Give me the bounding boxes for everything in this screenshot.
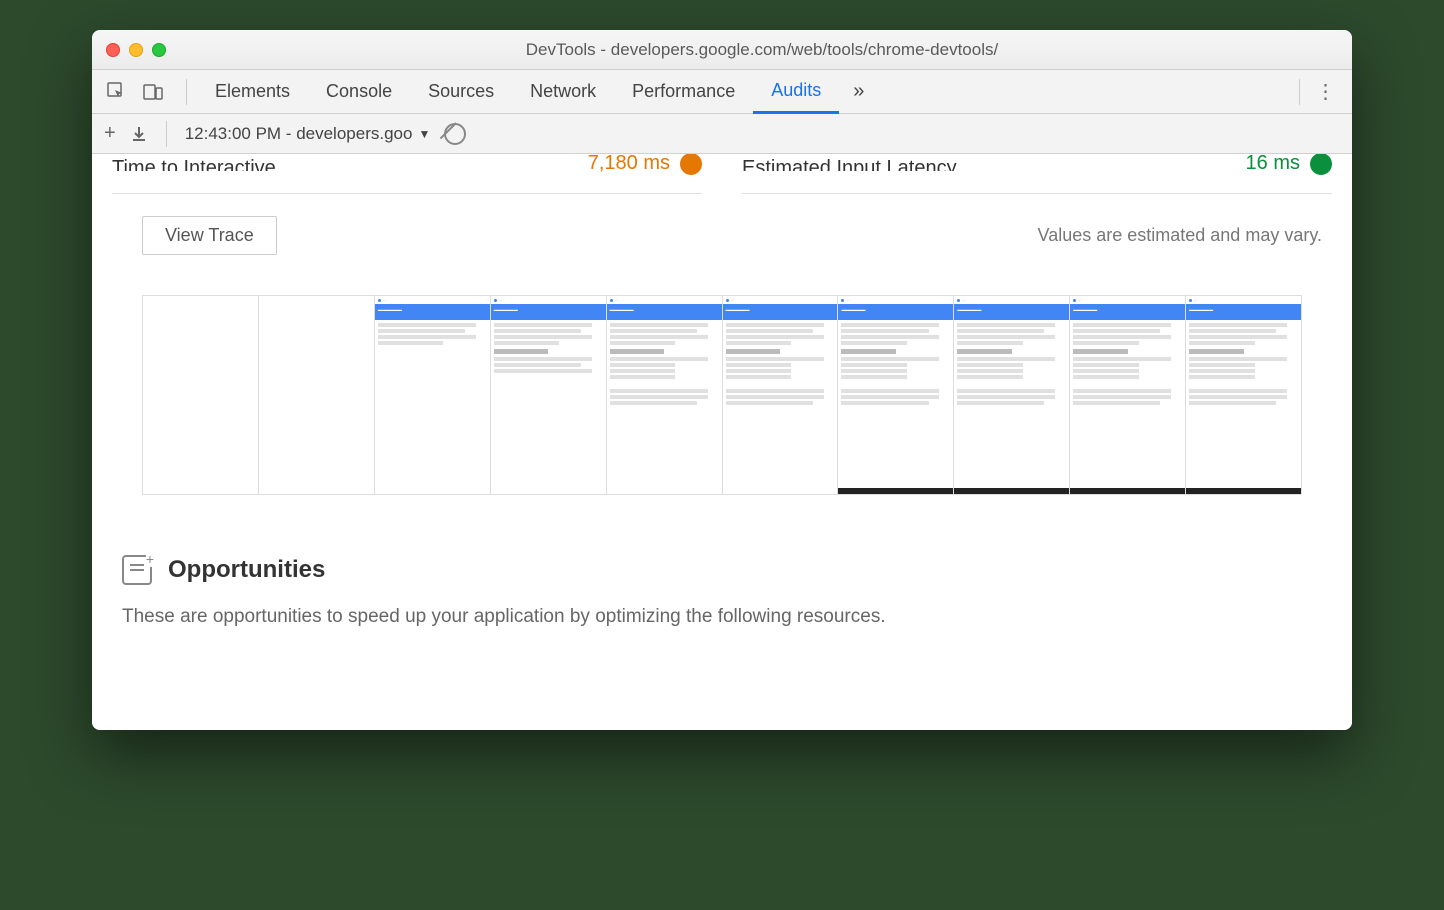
audit-content: Time to Interactive 7,180 ms Estimated I… (92, 154, 1352, 730)
view-trace-button[interactable]: View Trace (142, 216, 277, 255)
filmstrip-frame: ⋯ ▬▬▬▬▬▬ (723, 296, 839, 494)
trace-row: View Trace Values are estimated and may … (92, 194, 1352, 265)
filmstrip: ⋯ ▬▬▬▬▬▬ ⋯ ▬▬▬▬▬▬ ⋯ ▬▬▬▬▬▬ ⋯ ▬▬▬▬▬▬ ⋯ (142, 295, 1302, 495)
estimate-note: Values are estimated and may vary. (1038, 225, 1322, 246)
filmstrip-frame: ⋯ ▬▬▬▬▬▬ (1070, 296, 1186, 494)
opportunities-icon (122, 555, 152, 585)
devtools-tabbar: Elements Console Sources Network Perform… (92, 70, 1352, 114)
more-tabs-icon[interactable]: » (839, 80, 878, 103)
inspect-element-icon[interactable] (104, 79, 130, 105)
tab-performance[interactable]: Performance (614, 70, 753, 114)
filmstrip-frame (259, 296, 375, 494)
opportunities-description: These are opportunities to speed up your… (122, 603, 1322, 632)
filmstrip-frame: ⋯ ▬▬▬▬▬▬ (491, 296, 607, 494)
audit-run-dropdown[interactable]: 12:43:00 PM - developers.goo ▼ (185, 124, 431, 144)
devtools-menu-icon[interactable]: ⋮ (1310, 79, 1340, 104)
metric-time-to-interactive: Time to Interactive 7,180 ms (112, 154, 702, 194)
filmstrip-frame (143, 296, 259, 494)
close-window-button[interactable] (106, 43, 120, 57)
window-title: DevTools - developers.google.com/web/too… (186, 40, 1338, 60)
tab-console[interactable]: Console (308, 70, 410, 114)
metrics-row: Time to Interactive 7,180 ms Estimated I… (92, 154, 1352, 194)
dropdown-label: 12:43:00 PM - developers.goo (185, 124, 413, 144)
tab-audits[interactable]: Audits (753, 70, 839, 114)
metric-label: Estimated Input Latency (742, 157, 957, 171)
tab-elements[interactable]: Elements (197, 70, 308, 114)
new-audit-icon[interactable]: + (104, 122, 116, 145)
metric-label: Time to Interactive (112, 157, 276, 171)
devtools-window: DevTools - developers.google.com/web/too… (92, 30, 1352, 730)
filmstrip-frame: ⋯ ▬▬▬▬▬▬ (607, 296, 723, 494)
tab-network[interactable]: Network (512, 70, 614, 114)
tab-sources[interactable]: Sources (410, 70, 512, 114)
metric-input-latency: Estimated Input Latency 16 ms (742, 154, 1332, 194)
traffic-lights (106, 43, 166, 57)
metric-value: 7,180 ms (588, 154, 702, 175)
device-toolbar-icon[interactable] (140, 79, 166, 105)
audits-toolbar: + 12:43:00 PM - developers.goo ▼ (92, 114, 1352, 154)
maximize-window-button[interactable] (152, 43, 166, 57)
filmstrip-frame: ⋯ ▬▬▬▬▬▬ (954, 296, 1070, 494)
dropdown-arrow-icon: ▼ (418, 127, 430, 141)
titlebar: DevTools - developers.google.com/web/too… (92, 30, 1352, 70)
opportunities-title: Opportunities (168, 556, 325, 584)
filmstrip-frame: ⋯ ▬▬▬▬▬▬ (1186, 296, 1301, 494)
status-dot-icon (680, 154, 702, 175)
filmstrip-frame: ⋯ ▬▬▬▬▬▬ (838, 296, 954, 494)
clear-icon[interactable] (444, 123, 466, 145)
minimize-window-button[interactable] (129, 43, 143, 57)
filmstrip-frame: ⋯ ▬▬▬▬▬▬ (375, 296, 491, 494)
status-dot-icon (1310, 154, 1332, 175)
opportunities-section: Opportunities These are opportunities to… (92, 525, 1352, 652)
metric-value: 16 ms (1246, 154, 1332, 175)
download-icon[interactable] (130, 125, 148, 143)
